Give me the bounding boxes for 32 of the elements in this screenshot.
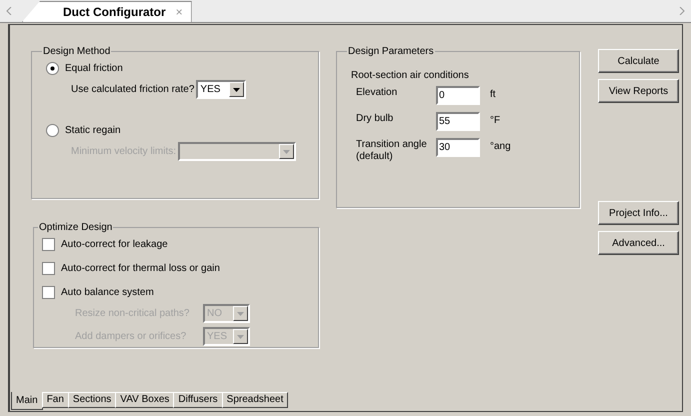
checkbox-label[interactable]: Auto-correct for thermal loss or gain	[61, 261, 220, 276]
tab[interactable]: Sections	[68, 392, 116, 408]
checkbox-label[interactable]: Auto-correct for leakage	[61, 237, 168, 252]
button[interactable]: Calculate	[598, 49, 679, 73]
input-field[interactable]: 0	[436, 86, 480, 105]
tab[interactable]: Main	[11, 392, 43, 410]
section-label: Root-section air conditions	[351, 69, 470, 83]
tab[interactable]: Fan	[42, 392, 69, 408]
field-label: Transition angle	[356, 139, 428, 151]
tab[interactable]: Diffusers	[173, 392, 223, 408]
radio-label[interactable]: Equal friction	[65, 61, 123, 76]
group-title: Optimize Design	[38, 221, 114, 235]
field-note: (default)	[356, 151, 394, 163]
tab[interactable]: Spreadsheet	[222, 392, 288, 408]
field-label: Dry bulb	[356, 112, 394, 125]
button[interactable]: Project Info...	[598, 201, 679, 225]
input-field[interactable]: 55	[436, 112, 480, 131]
unit-label: °F	[490, 114, 500, 128]
document-tab[interactable]: Duct Configurator ×	[22, 1, 192, 22]
tab[interactable]: VAV Boxes	[115, 392, 174, 408]
unit-label: °ang	[490, 140, 511, 154]
unit-label: ft	[490, 88, 496, 102]
button[interactable]: Advanced...	[598, 231, 679, 255]
field-label: Use calculated friction rate?	[71, 83, 194, 97]
checkbox-label[interactable]: Auto balance system	[61, 285, 154, 300]
button[interactable]: View Reports	[598, 79, 679, 103]
dropdown[interactable]: YES	[196, 80, 246, 99]
radio-label[interactable]: Static regain	[65, 123, 121, 138]
input-field[interactable]: 30	[436, 138, 480, 157]
field-label: Elevation	[356, 86, 398, 99]
group-title: Design Parameters	[347, 45, 435, 59]
group-title: Design Method	[42, 45, 112, 59]
